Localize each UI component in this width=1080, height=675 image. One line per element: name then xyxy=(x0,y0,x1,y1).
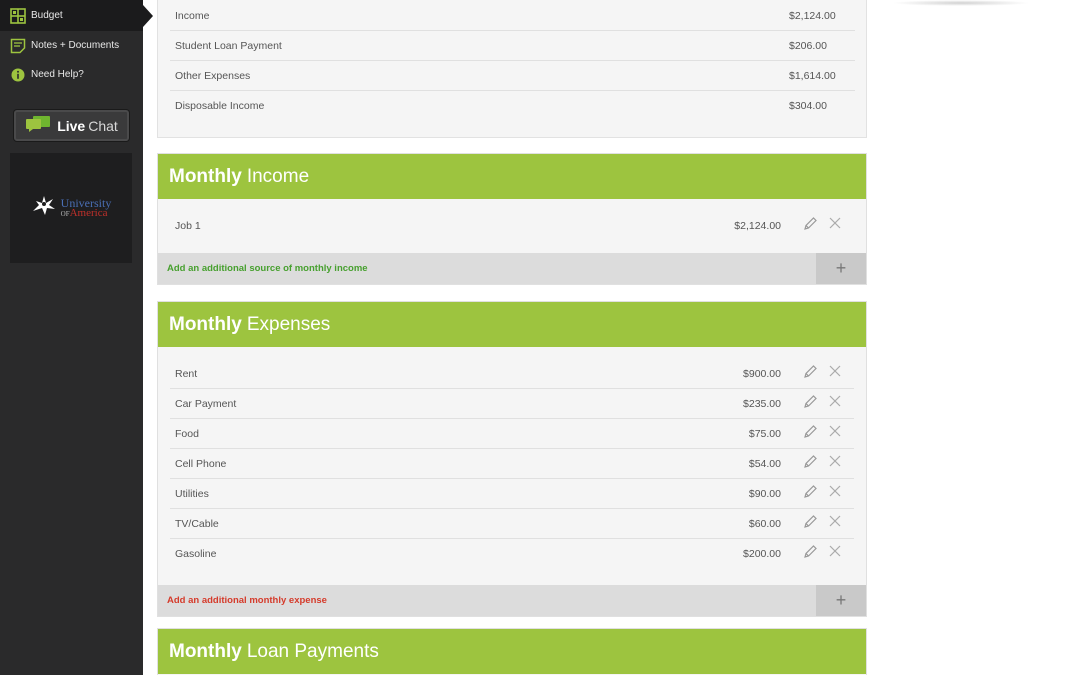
section-title: Monthly Income xyxy=(158,154,866,199)
add-expense-button[interactable]: + xyxy=(816,585,866,616)
item-label: Food xyxy=(175,427,199,440)
item-label: Gasoline xyxy=(175,548,217,560)
item-label: Car Payment xyxy=(175,397,237,410)
eagle-logo-icon xyxy=(31,193,57,224)
summary-label: Disposable Income xyxy=(175,100,265,112)
list-item: Utilities $90.00 xyxy=(170,479,854,509)
list-item: Car Payment $235.00 xyxy=(170,389,854,419)
item-amount: $235.00 xyxy=(743,397,781,410)
close-icon[interactable] xyxy=(828,364,842,378)
pencil-icon[interactable] xyxy=(802,514,818,530)
sidebar-item-label: Notes + Documents xyxy=(31,40,120,51)
close-icon[interactable] xyxy=(828,514,842,528)
add-income-button[interactable]: + xyxy=(816,253,866,284)
list-item: Gasoline $200.00 xyxy=(170,539,854,569)
close-icon[interactable] xyxy=(828,216,842,230)
list-item: Job 1 $2,124.00 xyxy=(170,211,854,241)
summary-value: $2,124.00 xyxy=(789,9,836,22)
monthly-income-section: Monthly Income Job 1 $2,124.00 Add an ad… xyxy=(157,153,867,285)
pencil-icon[interactable] xyxy=(802,544,818,560)
add-income-bar[interactable]: Add an additional source of monthly inco… xyxy=(158,253,866,284)
pencil-icon[interactable] xyxy=(802,454,818,470)
summary-card: Income $2,124.00 Student Loan Payment $2… xyxy=(157,0,867,138)
summary-label: Student Loan Payment xyxy=(175,39,282,52)
chat-bubbles-icon xyxy=(25,115,51,136)
info-icon xyxy=(10,67,26,83)
add-expense-bar[interactable]: Add an additional monthly expense + xyxy=(158,585,866,616)
sidebar-item-label: Budget xyxy=(31,10,63,21)
section-title-bold: Monthly xyxy=(169,640,242,662)
section-title: Monthly Loan Payments xyxy=(158,629,866,674)
item-amount: $75.00 xyxy=(748,427,781,440)
summary-value: $206.00 xyxy=(789,39,827,52)
section-title: Monthly Expenses xyxy=(158,302,866,347)
live-chat-button[interactable]: Live Chat xyxy=(14,110,129,141)
list-item: TV/Cable $60.00 xyxy=(170,509,854,539)
close-icon[interactable] xyxy=(828,424,842,438)
list-item: Rent $900.00 xyxy=(170,359,854,389)
summary-label: Other Expenses xyxy=(175,69,251,82)
university-logo: University OFAmerica xyxy=(10,153,132,263)
summary-value: $1,614.00 xyxy=(789,69,836,82)
pencil-icon[interactable] xyxy=(802,424,818,440)
logo-line2-small: OF xyxy=(60,209,70,218)
item-amount: $90.00 xyxy=(748,487,781,500)
pencil-icon[interactable] xyxy=(802,484,818,500)
monthly-loan-payments-section: Monthly Loan Payments xyxy=(157,628,867,675)
item-amount: $60.00 xyxy=(748,517,781,530)
sidebar-item-help[interactable]: Need Help? xyxy=(0,60,143,89)
logo-line2: OFAmerica xyxy=(60,206,112,219)
section-title-light: Income xyxy=(246,165,310,187)
item-amount: $2,124.00 xyxy=(734,220,781,232)
sidebar-item-budget[interactable]: Budget xyxy=(0,0,153,31)
item-label: TV/Cable xyxy=(175,517,219,530)
section-title-bold: Monthly xyxy=(169,313,242,335)
income-list: Job 1 $2,124.00 xyxy=(158,199,866,253)
close-icon[interactable] xyxy=(828,544,842,558)
logo-text: University OFAmerica xyxy=(60,197,112,219)
sidebar-item-notes[interactable]: Notes + Documents xyxy=(0,31,143,60)
summary-row: Student Loan Payment $206.00 xyxy=(170,31,855,61)
item-label: Job 1 xyxy=(175,220,201,232)
live-chat-light: Chat xyxy=(88,117,118,134)
pencil-icon[interactable] xyxy=(802,394,818,410)
pencil-icon[interactable] xyxy=(802,216,818,232)
notes-icon xyxy=(10,38,26,54)
item-label: Utilities xyxy=(175,487,209,500)
monthly-expenses-section: Monthly Expenses Rent $900.00 Car Paymen… xyxy=(157,301,867,617)
item-label: Rent xyxy=(175,367,198,380)
item-amount: $200.00 xyxy=(743,548,781,560)
close-icon[interactable] xyxy=(828,454,842,468)
logo-line2-main: America xyxy=(69,206,108,219)
live-chat-bold: Live xyxy=(57,117,86,134)
list-item: Food $75.00 xyxy=(170,419,854,449)
item-label: Cell Phone xyxy=(175,457,227,470)
summary-label: Income xyxy=(175,9,210,22)
item-amount: $900.00 xyxy=(743,367,781,380)
list-item: Cell Phone $54.00 xyxy=(170,449,854,479)
item-amount: $54.00 xyxy=(748,457,781,470)
budget-grid-icon xyxy=(10,7,26,24)
sidebar: Budget Notes + Documents Need Help? Live… xyxy=(0,0,153,675)
summary-row: Income $2,124.00 xyxy=(170,1,855,31)
sidebar-item-label: Need Help? xyxy=(31,69,84,80)
summary-value: $304.00 xyxy=(789,100,827,112)
section-title-light: Loan Payments xyxy=(246,640,379,662)
add-expense-label: Add an additional monthly expense xyxy=(167,595,327,606)
expense-list: Rent $900.00 Car Payment $235.00 Food $7… xyxy=(158,347,866,585)
add-income-label: Add an additional source of monthly inco… xyxy=(167,263,368,274)
section-title-bold: Monthly xyxy=(169,165,242,187)
summary-row: Disposable Income $304.00 xyxy=(170,91,855,121)
close-icon[interactable] xyxy=(828,484,842,498)
summary-row: Other Expenses $1,614.00 xyxy=(170,61,855,91)
pencil-icon[interactable] xyxy=(802,364,818,380)
section-title-light: Expenses xyxy=(246,313,331,335)
close-icon[interactable] xyxy=(828,394,842,408)
right-panel-shadow xyxy=(892,0,1030,6)
